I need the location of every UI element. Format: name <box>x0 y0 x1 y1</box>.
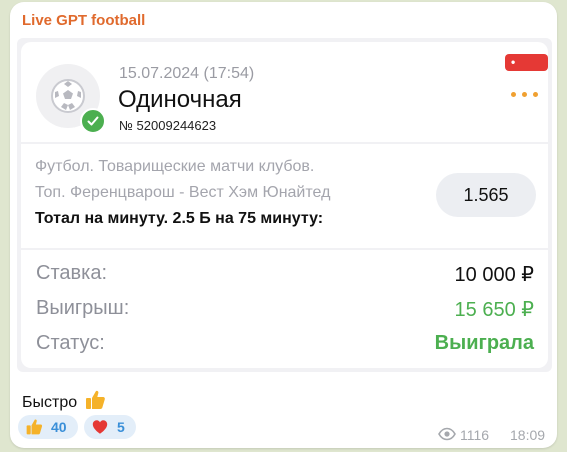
views-count: 1116 <box>460 427 490 443</box>
bet-stats: Ставка: 10 000 ₽ Выигрыш: 15 650 ₽ Стату… <box>21 250 548 368</box>
channel-name[interactable]: Live GPT football <box>22 12 145 29</box>
message-bubble: Live GPT football 15.07.2024 (17:54) Оди… <box>10 2 557 448</box>
check-icon <box>80 108 106 134</box>
bet-card[interactable]: 15.07.2024 (17:54) Одиночная № 520092446… <box>17 38 552 372</box>
bet-date: 15.07.2024 (17:54) <box>119 65 255 82</box>
event-market: Тотал на минуту. 2.5 Б на 75 минуту: <box>35 210 324 227</box>
reaction-count: 5 <box>117 419 125 435</box>
odds-badge: 1.565 <box>436 173 536 217</box>
win-value: 15 650 ₽ <box>454 299 534 321</box>
status-value: Выиграла <box>434 332 534 354</box>
caption-text: Быстро <box>22 394 78 411</box>
stake-value: 10 000 ₽ <box>454 264 534 286</box>
thumbs-up-icon <box>85 390 105 409</box>
thumbs-up-icon <box>26 419 43 435</box>
bet-event: Футбол. Товарищеские матчи клубов. Топ. … <box>21 144 548 248</box>
bet-number: № 52009244623 <box>119 118 217 133</box>
post-time: 18:09 <box>510 427 546 443</box>
live-badge: • Live <box>505 54 548 86</box>
status-label: Статус: <box>36 332 105 354</box>
more-menu-icon[interactable] <box>509 84 541 104</box>
heart-icon <box>92 420 108 434</box>
eye-icon <box>438 427 456 441</box>
reaction-count: 40 <box>51 419 67 435</box>
win-label: Выигрыш: <box>36 297 130 319</box>
reaction-thumbs-up[interactable]: 40 <box>18 415 78 439</box>
event-match: Топ. Ференцварош - Вест Хэм Юнайтед <box>35 184 331 201</box>
reaction-heart[interactable]: 5 <box>84 415 136 439</box>
stake-label: Ставка: <box>36 262 107 284</box>
bet-card-header: 15.07.2024 (17:54) Одиночная № 520092446… <box>21 42 548 142</box>
event-tournament: Футбол. Товарищеские матчи клубов. <box>35 158 315 175</box>
bet-type: Одиночная <box>118 86 242 113</box>
post-caption: Быстро <box>22 389 106 412</box>
soccer-ball-icon <box>51 79 85 113</box>
